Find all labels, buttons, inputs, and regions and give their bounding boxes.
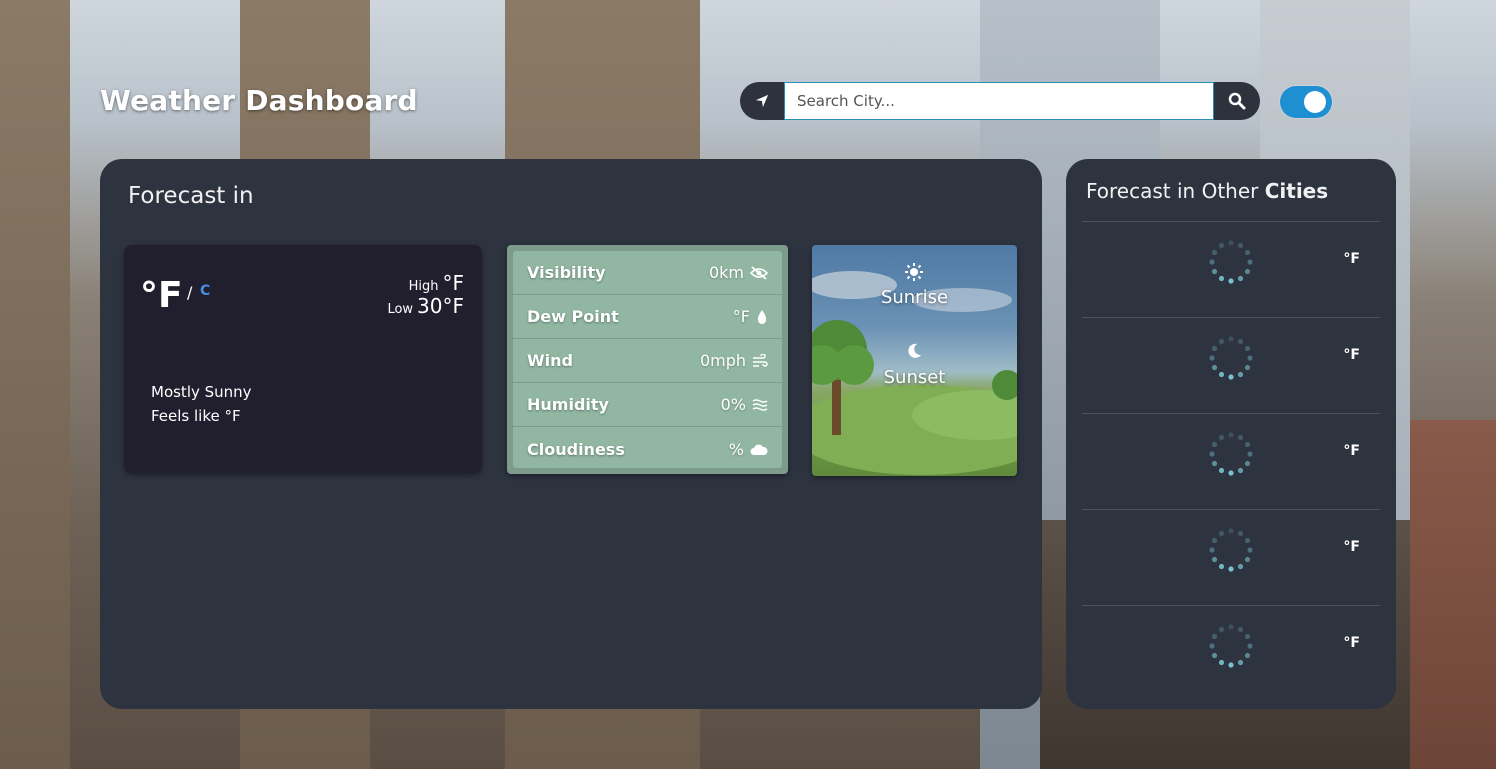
city-forecast-row[interactable]: °F [1082, 605, 1380, 701]
detail-label: Wind [527, 351, 573, 370]
location-arrow-icon [755, 94, 769, 108]
detail-value: °F [732, 307, 750, 326]
loading-spinner-icon [1209, 240, 1253, 284]
cloud-icon [750, 444, 768, 455]
location-button[interactable] [740, 82, 784, 120]
current-weather-card: °F / C High °F Low 30°F Mostly Sunny Feels… [124, 245, 482, 473]
toggle-knob [1304, 91, 1326, 113]
detail-value: 0km [708, 263, 744, 282]
background-building [1410, 420, 1496, 769]
city-temperature: °F [1343, 443, 1360, 459]
other-cities-panel: Forecast in Other Cities °F °F °F °F °F [1066, 159, 1396, 709]
sunset-label: Sunset [883, 367, 946, 388]
high-temperature: High °F [409, 271, 464, 295]
detail-row-wind: Wind 0mph [513, 339, 782, 383]
detail-row-dew-point: Dew Point °F [513, 295, 782, 339]
detail-row-humidity: Humidity 0% [513, 383, 782, 427]
background-bridge-tower [0, 0, 70, 769]
low-temperature: Low 30°F [387, 294, 464, 318]
detail-row-cloudiness: Cloudiness % [513, 427, 782, 471]
high-label: High [408, 279, 439, 294]
loading-spinner-icon [1209, 336, 1253, 380]
detail-label: Humidity [527, 395, 609, 414]
detail-row-visibility: Visibility 0km [513, 251, 782, 295]
city-temperature: °F [1343, 635, 1360, 651]
wind-icon [753, 353, 768, 367]
forecast-panel: Forecast in °F / C High °F Low 30°F Mostly… [100, 159, 1042, 709]
unit-separator: / [187, 283, 193, 302]
search-icon [1228, 92, 1246, 110]
detail-value: 0mph [699, 351, 746, 370]
city-forecast-row[interactable]: °F [1082, 221, 1380, 317]
detail-value-wrap: 0% [721, 395, 768, 414]
detail-label: Dew Point [527, 307, 619, 326]
celsius-toggle-link[interactable]: C [200, 283, 210, 299]
theme-toggle[interactable] [1280, 86, 1332, 118]
detail-value: 0% [720, 395, 746, 414]
heading-prefix: Forecast in Other [1086, 179, 1265, 203]
heading-bold: Cities [1264, 179, 1329, 203]
sunrise-sunset-card: Sunrise Sunset [812, 245, 1017, 476]
detail-label: Visibility [527, 263, 606, 282]
detail-label: Cloudiness [527, 439, 625, 459]
detail-value: % [728, 439, 744, 459]
high-value: °F [442, 271, 464, 295]
detail-value-wrap: °F [733, 307, 768, 326]
city-temperature: °F [1343, 347, 1360, 363]
weather-details-list: Visibility 0km Dew Point °F Wind 0mph Hu… [513, 251, 782, 468]
city-forecast-row[interactable]: °F [1082, 509, 1380, 605]
detail-value-wrap: % [729, 440, 768, 459]
loading-spinner-icon [1209, 432, 1253, 476]
loading-spinner-icon [1209, 624, 1253, 668]
low-value: 30°F [417, 294, 464, 318]
humidity-icon [752, 398, 768, 411]
detail-value-wrap: 0mph [700, 351, 768, 370]
current-temperature: °F [140, 275, 183, 316]
moon-icon [908, 343, 921, 358]
weather-details-card: Visibility 0km Dew Point °F Wind 0mph Hu… [507, 245, 788, 474]
search-bar [740, 82, 1260, 120]
search-input[interactable] [784, 82, 1214, 120]
detail-value-wrap: 0km [709, 263, 768, 282]
sun-icon [905, 263, 923, 281]
eye-slash-icon [750, 265, 768, 280]
low-label: Low [387, 302, 414, 317]
city-forecast-row[interactable]: °F [1082, 317, 1380, 413]
sunrise-label: Sunrise [880, 287, 949, 308]
loading-spinner-icon [1209, 528, 1253, 572]
city-forecast-row[interactable]: °F [1082, 413, 1380, 509]
feels-like: Feels like °F [151, 407, 241, 425]
city-temperature: °F [1343, 539, 1360, 555]
forecast-heading: Forecast in [128, 183, 254, 209]
droplet-icon [757, 309, 767, 324]
page-title: Weather Dashboard [100, 84, 418, 117]
other-cities-heading: Forecast in Other Cities [1086, 179, 1328, 203]
weather-condition: Mostly Sunny [151, 383, 252, 401]
city-temperature: °F [1343, 251, 1360, 267]
search-button[interactable] [1214, 82, 1260, 120]
